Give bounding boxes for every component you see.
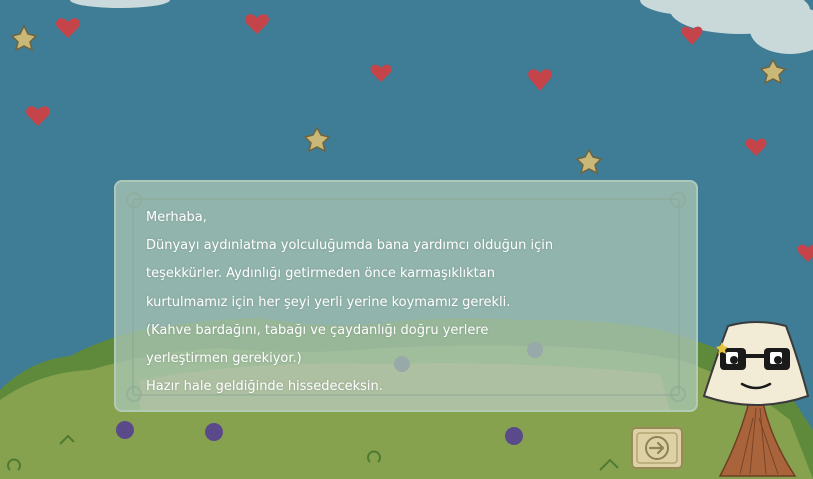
flower-icon — [205, 423, 223, 441]
dialog-line: yerleştirmen gerekiyor.) — [146, 351, 302, 367]
next-button[interactable] — [630, 426, 684, 470]
dialog-line: Dünyayı aydınlatma yolculuğumda bana yar… — [146, 238, 554, 254]
lamp-character — [702, 321, 810, 477]
corner-ornament — [670, 386, 686, 402]
dialog-line: teşekkürler. Aydınlığı getirmeden önce k… — [146, 266, 495, 282]
dialog-line: kurtulmamız için her şeyi yerli yerine k… — [146, 294, 511, 310]
corner-ornament — [670, 192, 686, 208]
corner-ornament — [126, 386, 142, 402]
dialog-text: Merhaba, Dünyayı aydınlatma yolculuğumda… — [146, 204, 666, 401]
dialog-line: Merhaba, — [146, 210, 207, 225]
dialog-line: (Kahve bardağını, tabağı ve çaydanlığı d… — [146, 322, 489, 338]
flower-icon — [505, 427, 523, 445]
dialog-line: Hazır hale geldiğinde hissedeceksin. — [146, 379, 383, 395]
flower-icon — [116, 421, 134, 439]
lamp-stand — [718, 397, 797, 477]
lamp-shade — [702, 321, 810, 406]
corner-ornament — [126, 192, 142, 208]
